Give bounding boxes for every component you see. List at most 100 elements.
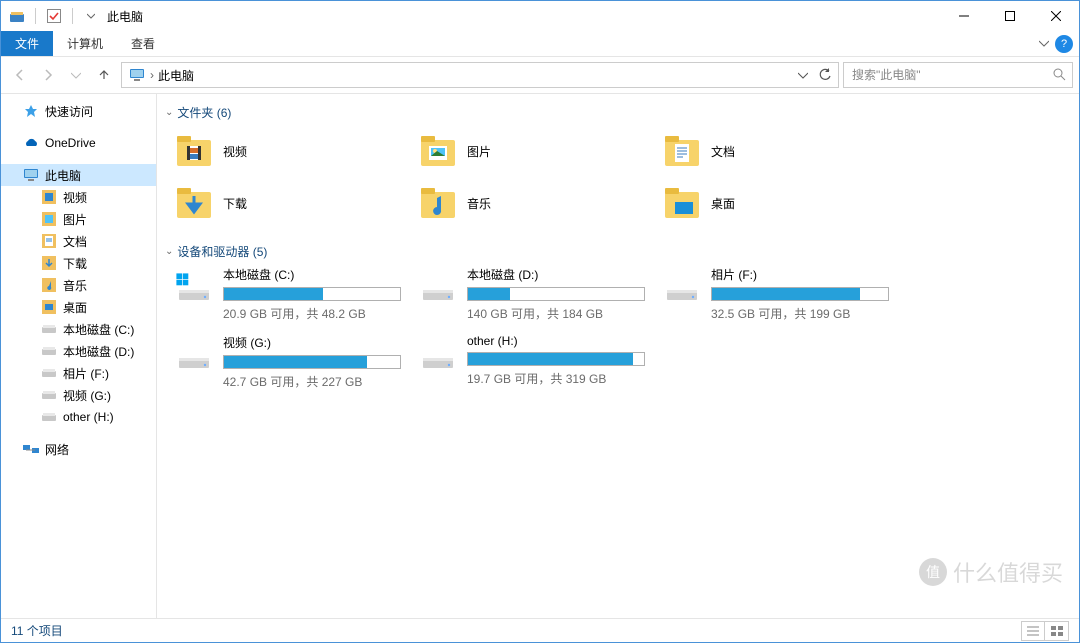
sidebar-item-onedrive[interactable]: OneDrive <box>1 132 156 154</box>
body: 快速访问 OneDrive 此电脑 视频 <box>1 93 1079 618</box>
drive-space-text: 19.7 GB 可用，共 319 GB <box>467 370 645 387</box>
folder-downloads[interactable]: 下载 <box>175 179 419 227</box>
window-title: 此电脑 <box>107 8 143 25</box>
sidebar-item-drive-g[interactable]: 视频 (G:) <box>1 384 156 406</box>
tab-view[interactable]: 查看 <box>117 31 169 56</box>
folder-pictures[interactable]: 图片 <box>419 127 663 175</box>
sidebar-item-documents[interactable]: 文档 <box>1 230 156 252</box>
address-row: › 此电脑 <box>1 57 1079 93</box>
sidebar-item-label: 快速访问 <box>45 103 93 120</box>
sidebar-item-music[interactable]: 音乐 <box>1 274 156 296</box>
window-controls <box>941 1 1079 31</box>
drive-icon <box>419 266 457 304</box>
drive-icon <box>175 266 213 304</box>
sidebar-item-network[interactable]: 网络 <box>1 438 156 460</box>
drive-usage-bar <box>223 287 401 301</box>
sidebar-item-quick-access[interactable]: 快速访问 <box>1 100 156 122</box>
drive-usage-bar <box>711 287 889 301</box>
chevron-down-icon: ⌄ <box>165 107 173 118</box>
drive-icon <box>41 409 57 425</box>
sidebar-item-drive-h[interactable]: other (H:) <box>1 406 156 428</box>
address-dropdown-button[interactable] <box>792 64 814 86</box>
drive-icon <box>41 365 57 381</box>
sidebar-item-videos[interactable]: 视频 <box>1 186 156 208</box>
section-header-drives[interactable]: ⌄ 设备和驱动器 (5) <box>157 241 1079 266</box>
sidebar-item-label: 图片 <box>63 211 87 228</box>
drive-item[interactable]: 本地磁盘 (C:)20.9 GB 可用，共 48.2 GB <box>175 266 419 322</box>
folder-music[interactable]: 音乐 <box>419 179 663 227</box>
sidebar-item-drive-c[interactable]: 本地磁盘 (C:) <box>1 318 156 340</box>
network-icon <box>23 441 39 457</box>
sidebar-item-label: 视频 <box>63 189 87 206</box>
folder-documents[interactable]: 文档 <box>663 127 907 175</box>
minimize-button[interactable] <box>941 1 987 31</box>
drive-icon <box>41 343 57 359</box>
drive-space-text: 32.5 GB 可用，共 199 GB <box>711 305 889 322</box>
drive-space-text: 42.7 GB 可用，共 227 GB <box>223 373 401 390</box>
nav-buttons <box>7 62 117 88</box>
drive-icon <box>663 266 701 304</box>
expand-ribbon-icon[interactable] <box>1039 37 1049 51</box>
drive-item[interactable]: 相片 (F:) 32.5 GB 可用，共 199 GB <box>663 266 907 322</box>
forward-button[interactable] <box>35 62 61 88</box>
sidebar-item-label: 音乐 <box>63 277 87 294</box>
folder-label: 文档 <box>711 143 735 160</box>
drive-item[interactable]: 本地磁盘 (D:)140 GB 可用，共 184 GB <box>419 266 663 322</box>
recent-locations-button[interactable] <box>63 62 89 88</box>
folder-desktop[interactable]: 桌面 <box>663 179 907 227</box>
this-pc-icon <box>128 66 146 84</box>
drive-usage-bar <box>223 355 401 369</box>
cloud-icon <box>23 135 39 151</box>
section-header-folders[interactable]: ⌄ 文件夹 (6) <box>157 102 1079 127</box>
search-input[interactable] <box>850 67 1052 83</box>
sidebar-item-drive-d[interactable]: 本地磁盘 (D:) <box>1 340 156 362</box>
drive-name: 相片 (F:) <box>711 266 889 283</box>
section-label: 文件夹 (6) <box>177 104 231 121</box>
folder-label: 视频 <box>223 143 247 160</box>
drives-grid: 本地磁盘 (C:)20.9 GB 可用，共 48.2 GB本地磁盘 (D:)14… <box>157 266 1079 404</box>
checkbox-icon[interactable] <box>44 6 64 26</box>
sidebar-item-pictures[interactable]: 图片 <box>1 208 156 230</box>
drive-item[interactable]: other (H:)19.7 GB 可用，共 319 GB <box>419 334 663 390</box>
folder-label: 下载 <box>223 195 247 212</box>
search-icon[interactable] <box>1052 67 1066 84</box>
videos-icon <box>41 189 57 205</box>
documents-icon <box>41 233 57 249</box>
videos-folder-icon <box>175 132 213 170</box>
folder-label: 图片 <box>467 143 491 160</box>
drive-info: 相片 (F:) 32.5 GB 可用，共 199 GB <box>711 266 907 322</box>
address-bar[interactable]: › 此电脑 <box>121 62 839 88</box>
sidebar-item-this-pc[interactable]: 此电脑 <box>1 164 156 186</box>
tab-computer[interactable]: 计算机 <box>53 31 117 56</box>
statusbar: 11 个项目 <box>1 618 1079 642</box>
back-button[interactable] <box>7 62 33 88</box>
explorer-window: 此电脑 文件 计算机 查看 ? › 此电脑 <box>0 0 1080 643</box>
drive-item[interactable]: 视频 (G:) 42.7 GB 可用，共 227 GB <box>175 334 419 390</box>
sidebar-item-label: 视频 (G:) <box>63 387 111 404</box>
maximize-button[interactable] <box>987 1 1033 31</box>
qat-dropdown-icon[interactable] <box>81 6 101 26</box>
up-button[interactable] <box>91 62 117 88</box>
sidebar-item-label: 本地磁盘 (C:) <box>63 321 134 338</box>
view-icons-button[interactable] <box>1045 621 1069 641</box>
sidebar-item-downloads[interactable]: 下载 <box>1 252 156 274</box>
desktop-icon <box>41 299 57 315</box>
help-icon[interactable]: ? <box>1055 35 1073 53</box>
sidebar-item-label: 桌面 <box>63 299 87 316</box>
sidebar-item-drive-f[interactable]: 相片 (F:) <box>1 362 156 384</box>
ribbon-tabs: 文件 计算机 查看 ? <box>1 31 1079 57</box>
drive-space-text: 20.9 GB 可用，共 48.2 GB <box>223 305 401 322</box>
breadcrumb-root[interactable]: 此电脑 <box>154 67 198 84</box>
watermark: 值 什么值得买 <box>919 556 1063 588</box>
close-button[interactable] <box>1033 1 1079 31</box>
drive-icon <box>175 334 213 372</box>
folder-videos[interactable]: 视频 <box>175 127 419 175</box>
view-details-button[interactable] <box>1021 621 1045 641</box>
sidebar-item-desktop[interactable]: 桌面 <box>1 296 156 318</box>
documents-folder-icon <box>663 132 701 170</box>
refresh-button[interactable] <box>814 64 836 86</box>
search-box[interactable] <box>843 62 1073 88</box>
drive-name: 视频 (G:) <box>223 334 401 351</box>
tab-file[interactable]: 文件 <box>1 31 53 56</box>
drive-usage-bar <box>467 287 645 301</box>
